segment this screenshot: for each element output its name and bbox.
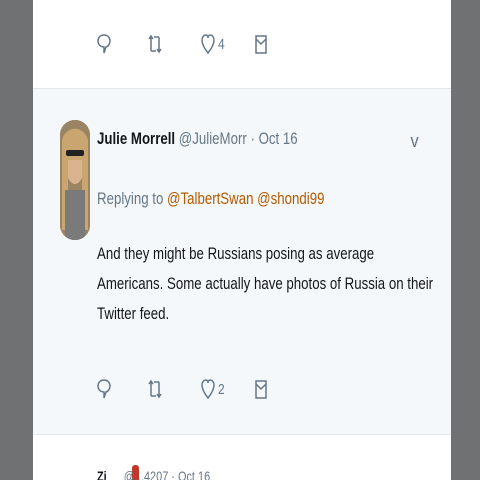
replying-to: Replying to @TalbertSwan @shondi99: [97, 189, 389, 209]
prev-like-button[interactable]: 4: [201, 24, 226, 64]
meta-separator: ·: [246, 129, 259, 148]
reply-icon: [97, 378, 111, 400]
envelope-icon: [255, 378, 267, 400]
tweet-date[interactable]: Oct 16: [259, 129, 298, 148]
prev-retweet-button[interactable]: [147, 24, 163, 64]
prev-like-count: 4: [218, 35, 225, 53]
tweet-text: And they might be Russians posing as ave…: [97, 244, 434, 323]
mention-link[interactable]: @TalbertSwan: [167, 189, 253, 208]
mention-link[interactable]: @shondi99: [257, 189, 324, 208]
prev-tweet-action-bar: 4: [33, 24, 451, 64]
replying-prefix: Replying to: [97, 189, 168, 208]
like-count: 2: [218, 380, 225, 398]
dm-button[interactable]: [255, 369, 267, 409]
retweet-icon: [147, 33, 163, 55]
tweet-card[interactable]: Julie Morrell @JulieMorr · Oct 16 v Repl…: [33, 89, 451, 434]
next-author-name[interactable]: Zi: [97, 468, 107, 480]
more-options-icon[interactable]: v: [410, 131, 418, 152]
tweet-header: Julie Morrell @JulieMorr · Oct 16: [97, 129, 354, 149]
timeline-feed: 4 Julie Morrell @JulieMorr · Oct 16 v Re…: [33, 0, 451, 480]
retweet-icon: [147, 378, 163, 400]
heart-icon: [201, 33, 215, 55]
next-tweet-header: Zi @...4207 · Oct 16: [97, 468, 242, 480]
reply-button[interactable]: [97, 369, 111, 409]
next-tweet-meta: @...4207 · Oct 16: [123, 468, 211, 480]
prev-dm-button[interactable]: [255, 24, 267, 64]
author-handle[interactable]: @JulieMorr: [179, 129, 247, 148]
prev-reply-button[interactable]: [97, 24, 111, 64]
heart-icon: [201, 378, 215, 400]
envelope-icon: [255, 33, 267, 55]
reply-icon: [97, 33, 111, 55]
avatar[interactable]: [60, 120, 90, 240]
retweet-button[interactable]: [147, 369, 163, 409]
author-name[interactable]: Julie Morrell: [97, 129, 175, 148]
like-button[interactable]: 2: [201, 369, 226, 409]
next-tweet-card[interactable]: Zi @...4207 · Oct 16: [33, 435, 451, 480]
tweet-action-bar: 2: [33, 369, 451, 409]
